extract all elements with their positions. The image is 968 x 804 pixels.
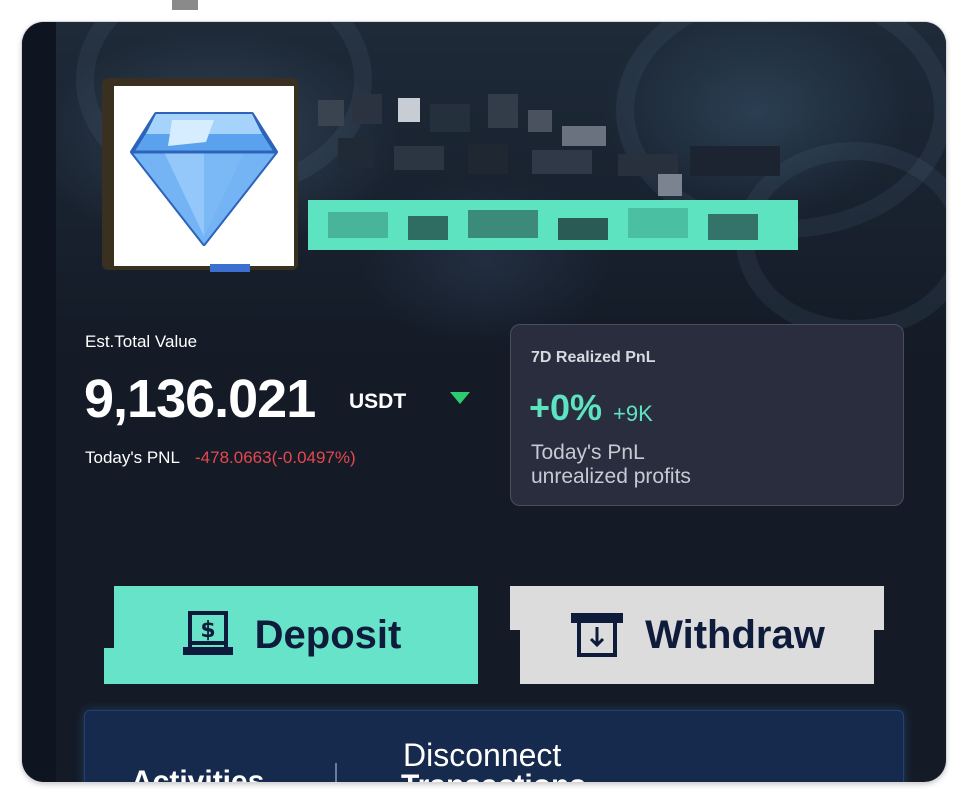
realized-pnl-percent: +0% (529, 387, 603, 428)
tab-transactions[interactable]: Transactions (401, 769, 586, 782)
withdraw-label: Withdraw (645, 612, 825, 657)
redaction-block (172, 0, 198, 10)
currency-unit: USDT (349, 390, 407, 413)
tabs-panel: Activities Disconnect Transactions (84, 710, 904, 782)
tab-activities[interactable]: Activities (131, 765, 264, 782)
realized-pnl-amount: +9K (613, 401, 653, 426)
redacted-address-bar (308, 200, 798, 250)
todays-pnl-value: -478.0663(-0.0497%) (195, 448, 356, 467)
realized-pnl-card[interactable]: 7D Realized PnL +0% +9K Today's PnL unre… (510, 324, 904, 506)
avatar-badge (210, 264, 250, 272)
dollar-atm-icon: $ (182, 611, 233, 655)
card-subtitle-line2: unrealized profits (531, 465, 691, 488)
tab-divider (335, 763, 337, 782)
diamond-icon (130, 112, 278, 246)
card-subtitle-line1: Today's PnL (531, 441, 645, 464)
deposit-button[interactable]: $ Deposit (104, 586, 478, 684)
svg-text:$: $ (200, 618, 215, 643)
total-value-label: Est.Total Value (85, 332, 198, 351)
card-title: 7D Realized PnL (531, 349, 656, 366)
withdraw-atm-icon (571, 613, 624, 657)
todays-pnl-label: Today's PNL (85, 448, 180, 467)
total-value-amount: 9,136.021 (84, 369, 316, 429)
avatar[interactable] (114, 86, 294, 266)
app-window: Est.Total Value 9,136.021 USDT Today's P… (22, 22, 946, 782)
chevron-down-icon[interactable] (450, 392, 470, 404)
withdraw-button[interactable]: Withdraw (510, 586, 884, 684)
left-edge-strip (22, 22, 56, 782)
deposit-label: Deposit (254, 612, 402, 657)
